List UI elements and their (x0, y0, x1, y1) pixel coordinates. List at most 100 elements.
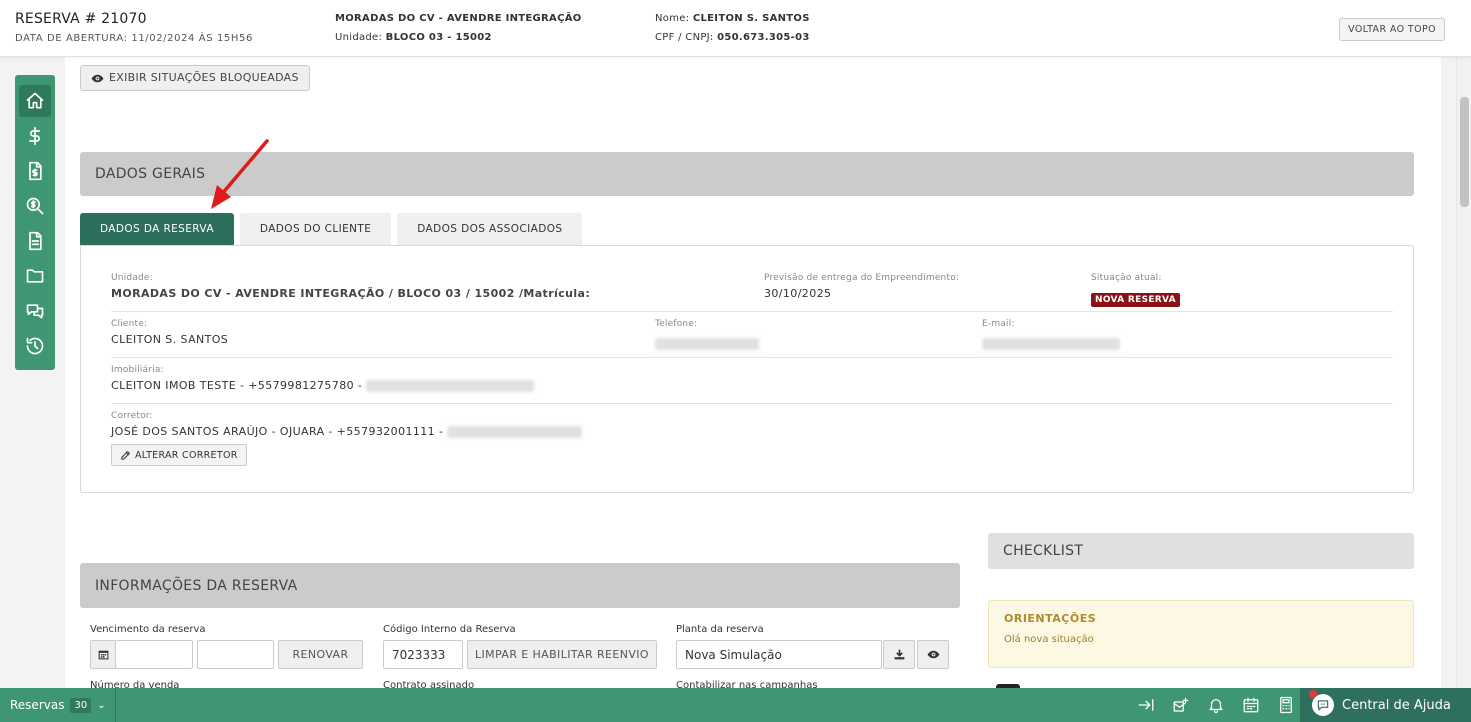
signed-contract-label: Contrato assinado (383, 680, 475, 688)
divider (115, 688, 116, 722)
invoice-icon[interactable] (19, 155, 51, 187)
checklist-title: CHECKLIST (1003, 543, 1084, 559)
internal-code-input[interactable]: 7023333 (383, 640, 463, 669)
general-data-header: DADOS GERAIS (80, 152, 1414, 196)
unit-value: MORADAS DO CV - AVENDRE INTEGRAÇÃO / BLO… (111, 287, 591, 300)
download-plan-button[interactable] (883, 640, 915, 669)
edit-icon (121, 450, 130, 460)
client-label: Cliente: (111, 319, 148, 329)
client-value: CLEITON S. SANTOS (111, 333, 229, 346)
unit-field: Unidade: MORADAS DO CV - AVENDRE INTEGRA… (111, 273, 590, 300)
help-center-label: Central de Ajuda (1342, 697, 1451, 713)
orientations-text: Olá nova situação (1004, 634, 1094, 645)
bell-icon[interactable] (1206, 695, 1226, 715)
due-date-input[interactable] (115, 640, 193, 669)
status-field: Situação atual: NOVA RESERVA (1091, 273, 1180, 307)
campaigns-label: Contabilizar nas campanhas (676, 680, 818, 688)
renew-button[interactable]: RENOVAR (278, 640, 363, 669)
help-chat-icon (1309, 690, 1334, 716)
checklist-header: CHECKLIST (988, 533, 1414, 569)
calculator-icon[interactable] (1276, 695, 1296, 715)
orientations-title: ORIENTAÇÕES (1004, 612, 1097, 625)
phone-label: Telefone: (655, 319, 698, 329)
document-icon[interactable] (19, 225, 51, 257)
agency-email-redacted (366, 380, 535, 392)
divider (111, 357, 1393, 358)
show-blocked-label: EXIBIR SITUAÇÕES BLOQUEADAS (109, 71, 299, 84)
collapse-right-icon[interactable] (1136, 695, 1156, 715)
divider (111, 311, 1393, 312)
status-badge: NOVA RESERVA (1091, 293, 1180, 307)
agency-field: Imobiliária: CLEITON IMOB TESTE - +55799… (111, 365, 535, 392)
bottom-actions (1136, 688, 1296, 722)
enterprise-name: MORADAS DO CV - AVENDRE INTEGRAÇÃO (335, 13, 582, 24)
general-tabs: DADOS DA RESERVA DADOS DO CLIENTE DADOS … (80, 213, 583, 245)
home-icon[interactable] (19, 85, 51, 117)
change-broker-label: ALTERAR CORRETOR (135, 449, 238, 461)
broker-email-redacted (447, 426, 583, 438)
header-client-doc: CPF / CNPJ: 050.673.305-03 (655, 32, 810, 43)
email-label: E-mail: (982, 319, 1015, 329)
internal-code-label: Código Interno da Reserva (383, 624, 516, 635)
phone-field: Telefone: (655, 319, 759, 352)
calendar-button[interactable] (90, 640, 116, 669)
broker-field: Corretor: JOSÉ DOS SANTOS ARAÚJO - OJUAR… (111, 411, 583, 438)
email-redacted (982, 337, 1120, 350)
broker-value: JOSÉ DOS SANTOS ARAÚJO - OJUARA - +55793… (111, 425, 444, 438)
clear-resend-button[interactable]: LIMPAR E HABILITAR REENVIO (467, 640, 657, 669)
change-broker-button[interactable]: ALTERAR CORRETOR (111, 444, 247, 466)
due-date-label: Vencimento da reserva (90, 624, 206, 635)
unit-label: Unidade: (111, 273, 153, 283)
bottom-bar: Reservas 30 ⌄ Central de Ajuda (0, 688, 1471, 722)
history-icon[interactable] (19, 330, 51, 362)
search-money-icon[interactable] (19, 190, 51, 222)
due-time-input[interactable] (197, 640, 274, 669)
chevron-down-icon: ⌄ (97, 699, 106, 711)
plan-select[interactable]: Nova Simulação (676, 640, 882, 669)
dollar-icon[interactable] (19, 120, 51, 152)
reservation-info-header: INFORMAÇÕES DA RESERVA (80, 563, 960, 608)
opening-date: DATA DE ABERTURA: 11/02/2024 ÀS 15H56 (15, 33, 253, 44)
tab-reservation-data[interactable]: DADOS DA RESERVA (80, 213, 234, 245)
new-mail-icon[interactable] (1171, 695, 1191, 715)
delivery-field: Previsão de entrega do Empreendimento: 3… (764, 273, 959, 300)
broker-label: Corretor: (111, 411, 153, 421)
reservation-title: RESERVA # 21070 (15, 11, 147, 27)
delivery-label: Previsão de entrega do Empreendimento: (764, 273, 960, 283)
calendar-icon[interactable] (1241, 695, 1261, 715)
side-nav (15, 75, 55, 370)
vertical-scrollbar[interactable] (1456, 57, 1471, 688)
agency-label: Imobiliária: (111, 365, 164, 375)
folder-icon[interactable] (19, 260, 51, 292)
main-content: EXIBIR SITUAÇÕES BLOQUEADAS DADOS GERAIS… (65, 57, 1441, 690)
sale-number-label: Número da venda (90, 680, 180, 688)
annotation-arrow (211, 139, 269, 209)
help-center-button[interactable]: Central de Ajuda (1300, 688, 1471, 722)
client-field: Cliente: CLEITON S. SANTOS (111, 319, 228, 346)
tab-client-data[interactable]: DADOS DO CLIENTE (239, 213, 392, 245)
eye-icon (927, 650, 939, 659)
general-data-title: DADOS GERAIS (95, 166, 206, 182)
delivery-value: 30/10/2025 (764, 287, 832, 300)
email-field: E-mail: (982, 319, 1120, 352)
reservations-selector[interactable]: Reservas 30 ⌄ (10, 688, 106, 722)
eye-icon (91, 74, 104, 82)
download-icon (894, 649, 904, 660)
reservation-info-title: INFORMAÇÕES DA RESERVA (95, 577, 298, 594)
agency-value: CLEITON IMOB TESTE - +5579981275780 - (111, 379, 363, 392)
header-unit: Unidade: BLOCO 03 - 15002 (335, 32, 492, 43)
reservation-data-card: Unidade: MORADAS DO CV - AVENDRE INTEGRA… (80, 245, 1414, 493)
phone-redacted (655, 337, 759, 350)
view-plan-button[interactable] (917, 640, 949, 669)
status-label: Situação atual: (1091, 273, 1162, 283)
back-to-top-button[interactable]: VOLTAR AO TOPO (1339, 18, 1445, 41)
reservations-count: 30 (70, 697, 92, 713)
chat-icon[interactable] (19, 295, 51, 327)
show-blocked-button[interactable]: EXIBIR SITUAÇÕES BLOQUEADAS (80, 65, 310, 91)
tab-associates-data[interactable]: DADOS DOS ASSOCIADOS (397, 213, 583, 245)
header-client-name: Nome: CLEITON S. SANTOS (655, 13, 810, 24)
plan-label: Planta da reserva (676, 624, 764, 635)
orientations-box: ORIENTAÇÕES Olá nova situação (988, 600, 1414, 668)
reservations-label: Reservas (10, 698, 65, 712)
scrollbar-thumb[interactable] (1460, 97, 1469, 207)
